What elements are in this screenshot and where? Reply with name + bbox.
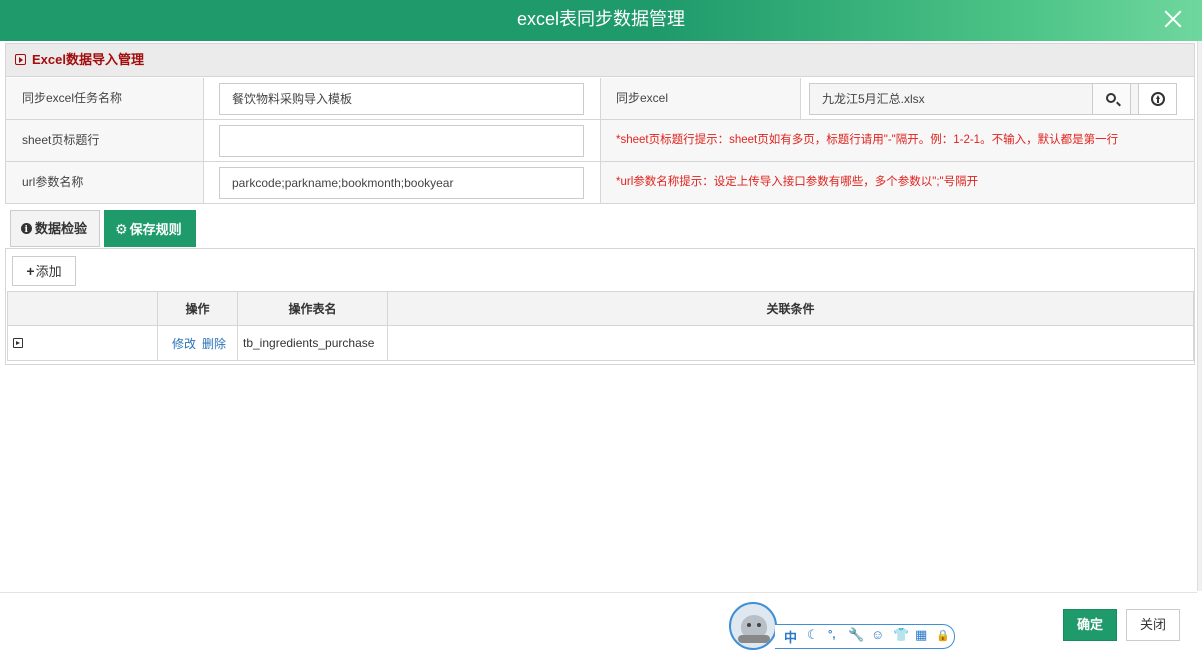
window-titlebar: excel表同步数据管理 [0, 0, 1202, 41]
edit-link[interactable]: 修改 [172, 337, 196, 351]
table-name-cell: tb_ingredients_purchase [237, 325, 388, 361]
ime-toolbar[interactable]: 中 ☾ °, 🔧 ☺ 👕 ▦ 🔒 [729, 602, 957, 650]
lock-icon[interactable]: 🔒 [936, 629, 950, 642]
search-file-button[interactable] [1092, 83, 1131, 115]
column-header-expand [7, 291, 158, 326]
column-header-table-name: 操作表名 [237, 291, 388, 326]
smiley-icon[interactable]: ☺ [871, 627, 884, 642]
tab-save-rules[interactable]: ⚙ 保存规则 [104, 210, 196, 247]
search-icon [1106, 93, 1116, 103]
close-icon[interactable] [1160, 6, 1186, 32]
sheet-title-label: sheet页标题行 [6, 120, 204, 161]
panel-title: Excel数据导入管理 [32, 52, 144, 67]
add-button[interactable]: +添加 [12, 256, 76, 286]
ime-language[interactable]: 中 [784, 627, 797, 646]
tab-label: 数据检验 [35, 221, 88, 236]
condition-cell [387, 325, 1194, 361]
task-name-cell: 餐饮物料采购导入模板 [204, 78, 601, 119]
moon-icon[interactable]: ☾ [807, 627, 819, 643]
excel-file-field[interactable]: 九龙江5月汇总.xlsx [809, 83, 1139, 115]
form-row-sheet-title: sheet页标题行 *sheet页标题行提示：sheet页如有多页，标题行请用"… [6, 120, 1194, 162]
url-params-input[interactable]: parkcode;parkname;bookmonth;bookyear [219, 167, 584, 199]
upload-icon [1151, 92, 1165, 106]
wrench-icon[interactable]: 🔧 [848, 627, 864, 643]
panel-header: Excel数据导入管理 [6, 44, 1194, 77]
rules-grid-panel: +添加 操作 操作表名 关联条件 修改 删除 tb_ingredients_pur… [5, 248, 1195, 365]
upload-button[interactable] [1138, 83, 1177, 115]
ime-avatar[interactable] [729, 602, 777, 650]
plus-icon: + [26, 263, 35, 279]
expand-row-icon[interactable] [13, 338, 23, 348]
window-title: excel表同步数据管理 [516, 9, 686, 29]
url-params-label: url参数名称 [6, 162, 204, 203]
ime-punct[interactable]: °, [828, 629, 835, 641]
add-label: 添加 [35, 264, 62, 279]
form-row-task-name: 同步excel任务名称 餐饮物料采购导入模板 同步excel 九龙江5月汇总.x… [6, 78, 1194, 120]
sheet-title-input[interactable] [219, 125, 584, 157]
column-header-condition: 关联条件 [387, 291, 1194, 326]
tab-data-check[interactable]: 数据检验 [10, 210, 100, 248]
info-circle-icon [21, 212, 32, 248]
column-header-action: 操作 [157, 291, 238, 326]
sync-excel-cell: 九龙江5月汇总.xlsx [801, 78, 1194, 119]
form-row-url-params: url参数名称 parkcode;parkname;bookmonth;book… [6, 162, 1194, 204]
shirt-icon[interactable]: 👕 [893, 627, 909, 643]
footer-divider [0, 592, 1197, 593]
expand-cell [7, 325, 158, 361]
sync-excel-label: 同步excel [601, 78, 801, 119]
tab-label: 保存规则 [129, 222, 182, 237]
sheet-title-hint: *sheet页标题行提示：sheet页如有多页，标题行请用"-"隔开。例：1-2… [601, 120, 1194, 161]
play-square-icon [15, 54, 26, 65]
ime-scarf [738, 635, 770, 643]
table-header-row: 操作 操作表名 关联条件 [7, 291, 1194, 326]
gear-icon: ⚙ [115, 221, 128, 237]
rules-table: 操作 操作表名 关联条件 修改 删除 tb_ingredients_purchas… [7, 291, 1194, 361]
sheet-title-cell [204, 120, 601, 161]
table-row: 修改 删除 tb_ingredients_purchase [7, 325, 1194, 361]
action-cell: 修改 删除 [157, 325, 238, 361]
close-button[interactable]: 关闭 [1126, 609, 1180, 641]
ime-bar: 中 ☾ °, 🔧 ☺ 👕 ▦ 🔒 [775, 624, 955, 649]
confirm-button[interactable]: 确定 [1063, 609, 1117, 641]
url-params-hint: *url参数名称提示：设定上传导入接口参数有哪些，多个参数以";"号隔开 [601, 162, 1194, 203]
task-name-input[interactable]: 餐饮物料采购导入模板 [219, 83, 584, 115]
import-panel: Excel数据导入管理 同步excel任务名称 餐饮物料采购导入模板 同步exc… [5, 43, 1195, 204]
scrollbar[interactable] [1197, 41, 1202, 591]
delete-link[interactable]: 删除 [202, 337, 226, 351]
task-name-label: 同步excel任务名称 [6, 78, 204, 119]
url-params-cell: parkcode;parkname;bookmonth;bookyear [204, 162, 601, 203]
grid-icon[interactable]: ▦ [915, 627, 927, 643]
